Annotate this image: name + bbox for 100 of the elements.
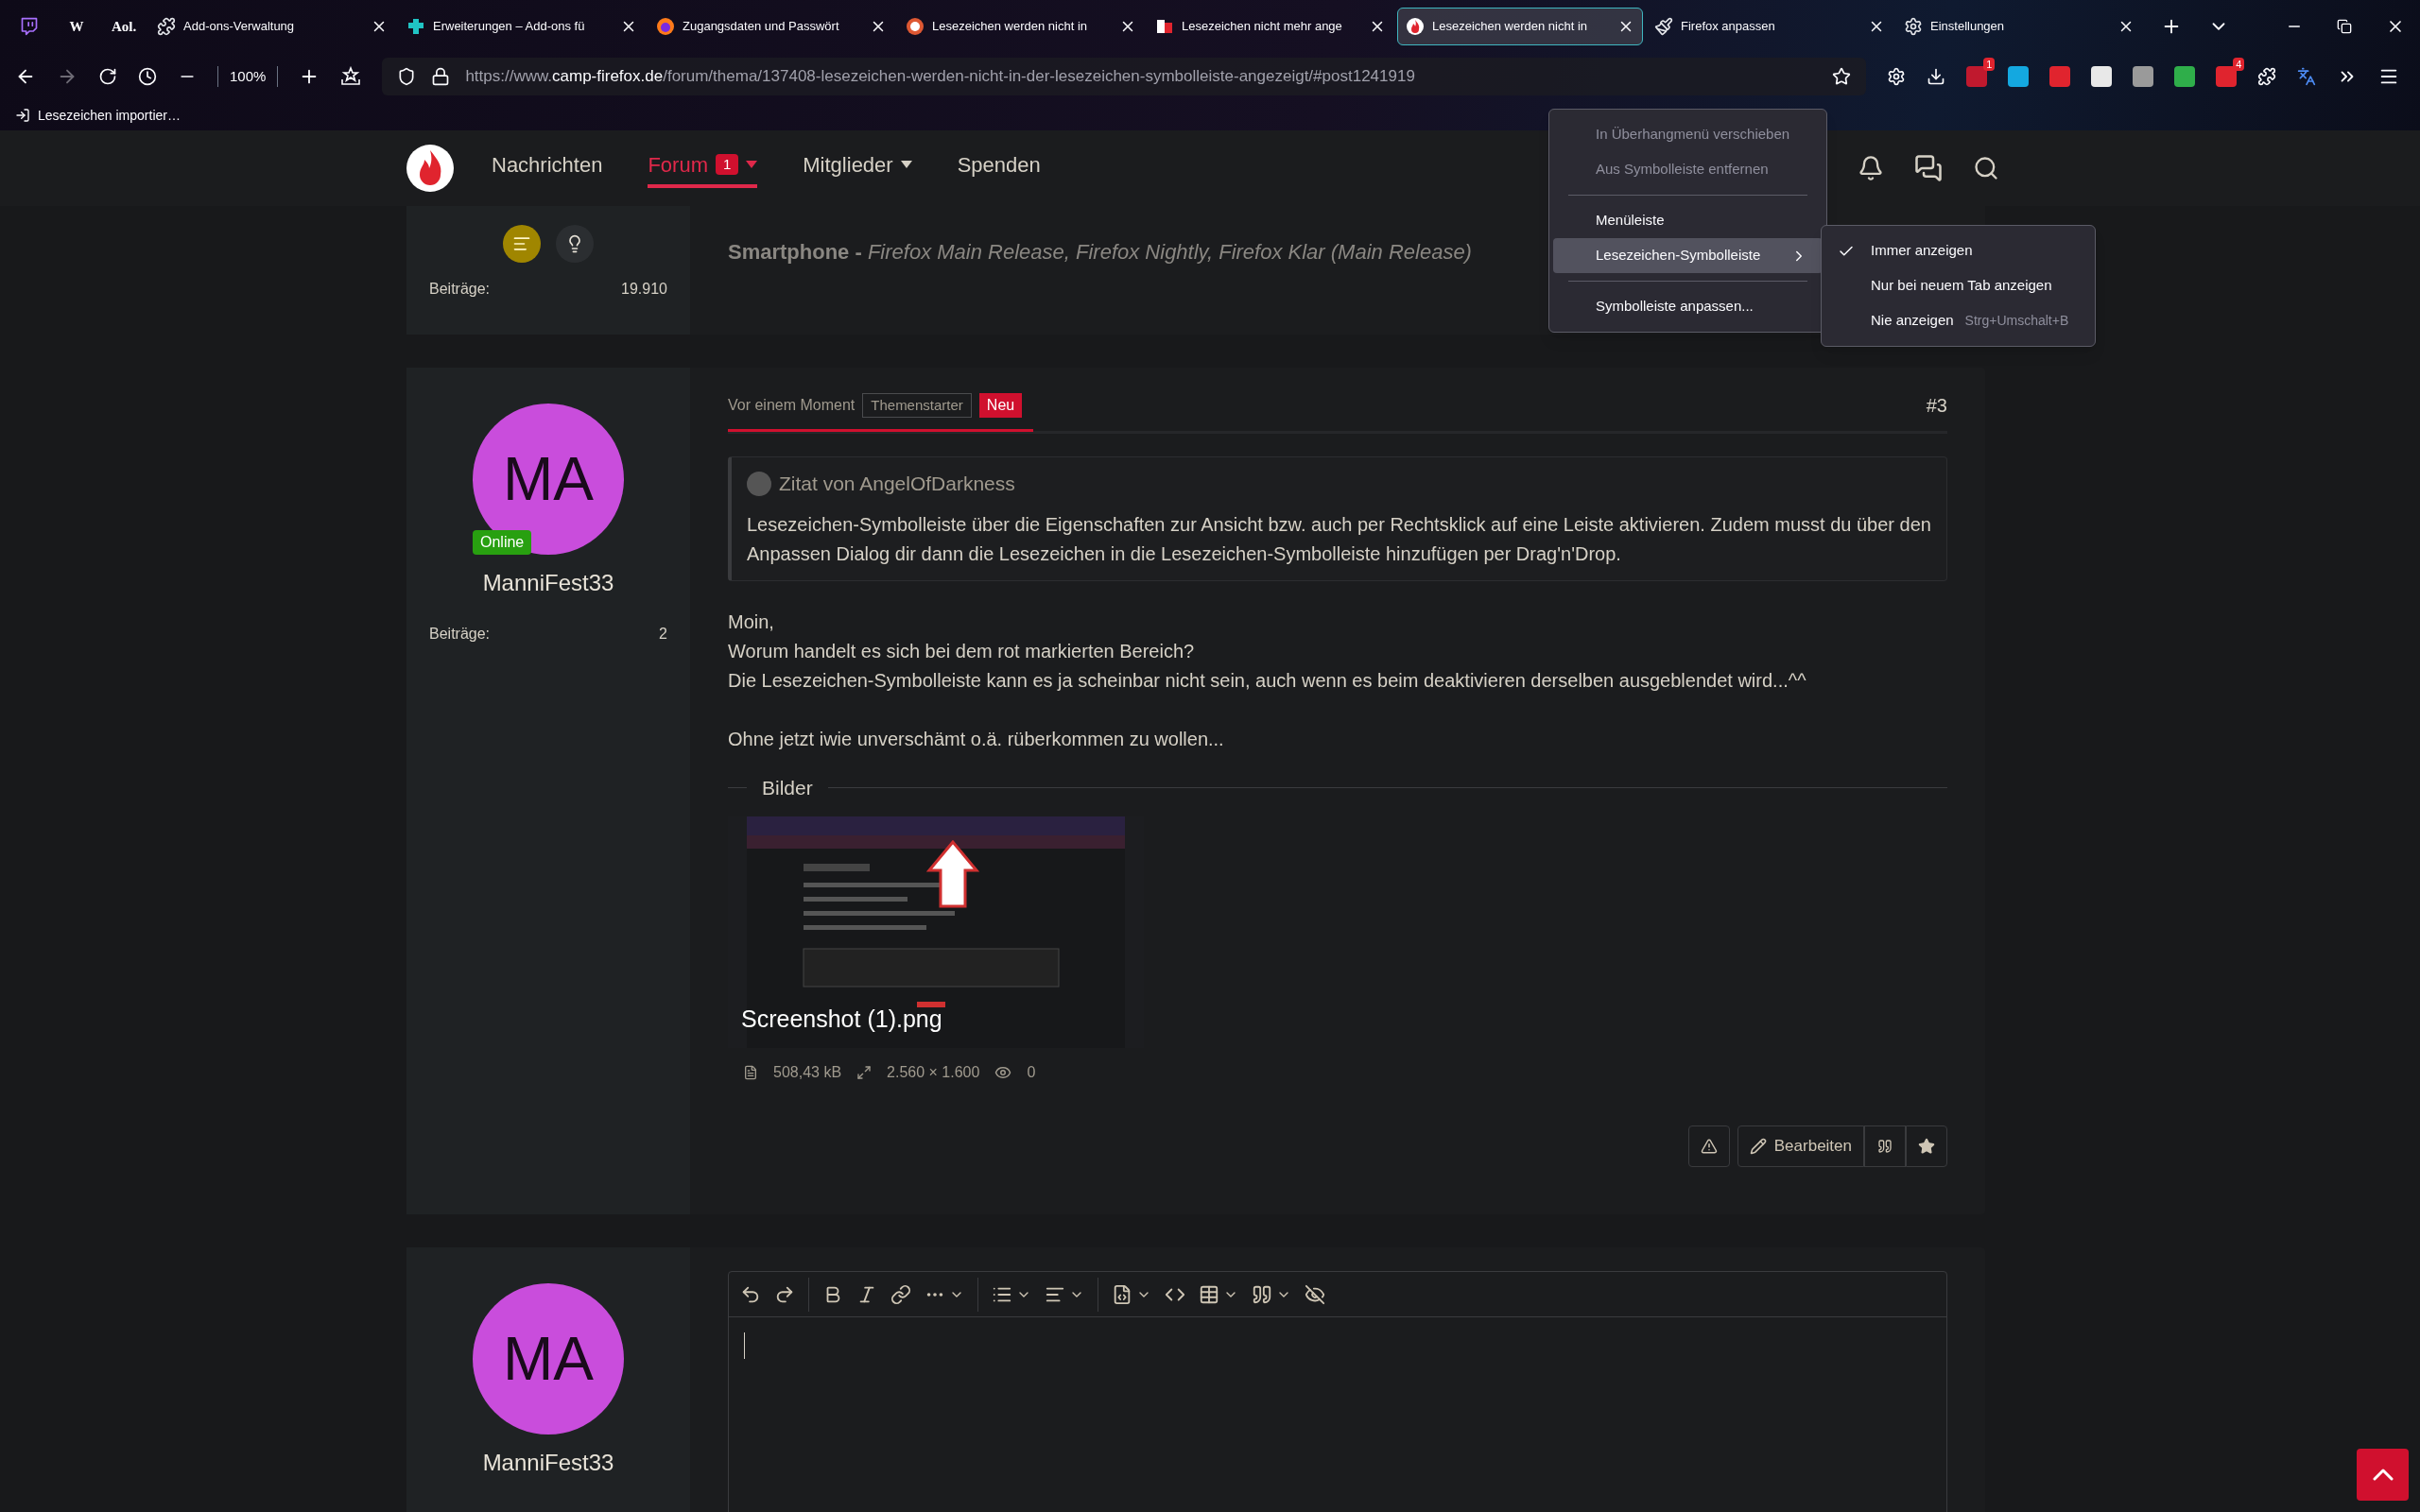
fox-icon: [656, 17, 675, 36]
post-text: Moin,: [728, 610, 775, 634]
extensions-icon[interactable]: [2257, 67, 2277, 86]
zoom-level[interactable]: 100%: [217, 65, 279, 88]
image-attachment[interactable]: Screenshot (1).png: [728, 816, 1144, 1048]
link-icon[interactable]: [890, 1283, 911, 1305]
scroll-to-top-button[interactable]: [2357, 1449, 2409, 1501]
tab-logo: W: [69, 17, 84, 36]
avatar: MA: [473, 1283, 624, 1435]
image-dimensions: 2.560 × 1.600: [887, 1063, 980, 1082]
file-icon: [743, 1065, 758, 1080]
table-icon[interactable]: [1199, 1283, 1219, 1305]
count-badge: 1: [715, 153, 739, 176]
menu-item[interactable]: Nie anzeigen Strg+Umschalt+B: [1822, 303, 2095, 338]
badge: 1: [1983, 58, 1996, 71]
chat-icon[interactable]: [1914, 154, 1943, 182]
nav-link[interactable]: Spenden: [957, 148, 1041, 188]
browser-tab[interactable]: Erweiterungen – Add-ons fü: [399, 8, 645, 45]
edit-button[interactable]: Bearbeiten: [1737, 1125, 1864, 1167]
star-icon: [1918, 1138, 1935, 1155]
lock-icon: [431, 67, 451, 86]
reload-icon[interactable]: [98, 67, 117, 86]
favorite-button[interactable]: [1906, 1125, 1947, 1167]
bookmark-star-icon[interactable]: [1832, 67, 1852, 86]
brush-icon: [1654, 17, 1673, 36]
twitch-icon: [20, 17, 39, 36]
warning-icon: [1700, 1138, 1718, 1155]
pencil-icon: [1749, 1138, 1767, 1155]
extension-button[interactable]: [2133, 66, 2154, 87]
star-inbox-icon[interactable]: [340, 66, 362, 87]
browser-tab[interactable]: Add-ons-Verwaltung: [149, 8, 395, 45]
flame-logo[interactable]: [406, 145, 454, 192]
browser-tab[interactable]: Einstellungen: [1896, 8, 2142, 45]
nav-link[interactable]: Nachrichten: [492, 148, 603, 188]
online-badge: Online: [473, 530, 532, 555]
tab-logo: Aol.: [111, 17, 137, 36]
puzzle-piece-icon: [406, 17, 425, 36]
quote-button[interactable]: [1864, 1125, 1906, 1167]
quote-text: Lesezeichen-Symbolleiste über die Eigenschaften zur Ansicht bzw. auch per Rechtsklick auf eine Leiste aktivieren. Zudem musst du über den Anpassen Dialog dir dann die Lesezeichen in die Lesezeichen-Symbolleiste hinzufügen per Drag'n'Drop.: [747, 512, 1931, 566]
history-icon[interactable]: [138, 67, 157, 86]
pinned-tab[interactable]: W: [55, 8, 98, 45]
extension-button[interactable]: [2091, 66, 2113, 87]
views-icon: [994, 1064, 1012, 1081]
browser-tab[interactable]: Lesezeichen werden nicht in: [898, 8, 1144, 45]
file-name: Screenshot (1).png: [741, 1004, 942, 1034]
browser-tab[interactable]: Firefox anpassen: [1647, 8, 1893, 45]
flame-icon: [1406, 17, 1425, 36]
caret-icon: [746, 161, 758, 168]
nav-link[interactable]: Forum 1: [648, 148, 758, 188]
extension-button[interactable]: [2174, 66, 2196, 87]
menu-item[interactable]: Symbolleiste anpassen...: [1553, 289, 1823, 324]
url-text: https://www.camp-firefox.de/forum/thema/137408-lesezeichen-werden-nicht-in-der-lesezeichen-symbolleiste-angezeigt/#post1241919: [465, 66, 1416, 88]
url-bar[interactable]: https://www.camp-firefox.de/forum/thema/137408-lesezeichen-werden-nicht-in-der-lesezeichen-symbolleiste-angezeigt/#post1241919: [382, 58, 1867, 95]
dimensions-icon: [856, 1065, 873, 1080]
report-button[interactable]: [1687, 1125, 1730, 1167]
menu-item[interactable]: Immer anzeigen: [1822, 233, 2095, 268]
view-count: 0: [1027, 1063, 1036, 1082]
bell-icon[interactable]: [1858, 155, 1884, 181]
menu-item[interactable]: Nur bei neuem Tab anzeigen: [1822, 268, 2095, 303]
idea-badge: [556, 225, 594, 263]
username[interactable]: ManniFest33: [482, 1446, 614, 1480]
import-icon: [15, 108, 30, 123]
bookmark-item[interactable]: Lesezeichen importier…: [15, 105, 181, 126]
quote-icon: [1877, 1139, 1893, 1154]
download-icon[interactable]: [1927, 67, 1946, 86]
nav-link[interactable]: Mitglieder: [803, 148, 912, 188]
new-badge: Neu: [978, 393, 1023, 418]
avatar: [747, 471, 771, 496]
stat-label: Beiträge:: [429, 280, 491, 299]
extension-button[interactable]: [2008, 66, 2030, 87]
pinned-tab[interactable]: Aol.: [102, 8, 146, 45]
post-text: Ohne jetzt iwie unverschämt o.ä. rüberkommen zu wollen...: [728, 727, 1225, 751]
post-number[interactable]: #3: [1926, 391, 1947, 431]
shield-icon: [397, 67, 417, 86]
text-cursor: [744, 1332, 745, 1359]
starter-badge: Themenstarter: [862, 392, 972, 419]
post-text: Die Lesezeichen-Symbolleiste kann es ja scheinbar nicht sein, auch wenn es beim deaktivieren derselben ausgeblendet wird...^^: [728, 668, 1807, 693]
browser-tab[interactable]: Zugangsdaten und Passwört: [648, 8, 894, 45]
post-text: Worum handelt es sich bei dem rot markierten Bereich?: [728, 639, 1196, 663]
code-file-icon[interactable]: [1112, 1283, 1132, 1305]
browser-tab[interactable]: Lesezeichen werden nicht in: [1397, 8, 1643, 45]
signature-text: Smartphone - Firefox Main Release, Firefox Nightly, Firefox Klar (Main Release): [728, 240, 1472, 264]
section-heading: Bilder: [762, 775, 813, 800]
logo-icon: [1155, 17, 1174, 36]
restore-icon[interactable]: [2337, 19, 2352, 34]
menu-item[interactable]: Menüleiste: [1553, 203, 1823, 238]
browser-tab[interactable]: Lesezeichen nicht mehr ange: [1148, 8, 1393, 45]
file-size: 508,43 kB: [773, 1063, 842, 1082]
settings-icon[interactable]: [1887, 67, 1907, 86]
search-icon[interactable]: [1973, 155, 1999, 181]
quote-icon[interactable]: [1252, 1283, 1272, 1305]
settings-icon: [1904, 17, 1923, 36]
shortcut: Strg+Umschalt+B: [1964, 312, 2069, 330]
username[interactable]: ManniFest33: [482, 566, 614, 600]
badge: 4: [2233, 58, 2245, 71]
puzzle-icon: [157, 17, 176, 36]
quote-author[interactable]: Zitat von AngelOfDarkness: [779, 469, 1015, 499]
eye-off-icon[interactable]: [1305, 1283, 1325, 1305]
menu-item[interactable]: Lesezeichen-Symbolleiste: [1553, 238, 1823, 273]
translate-icon[interactable]: [2297, 67, 2317, 86]
